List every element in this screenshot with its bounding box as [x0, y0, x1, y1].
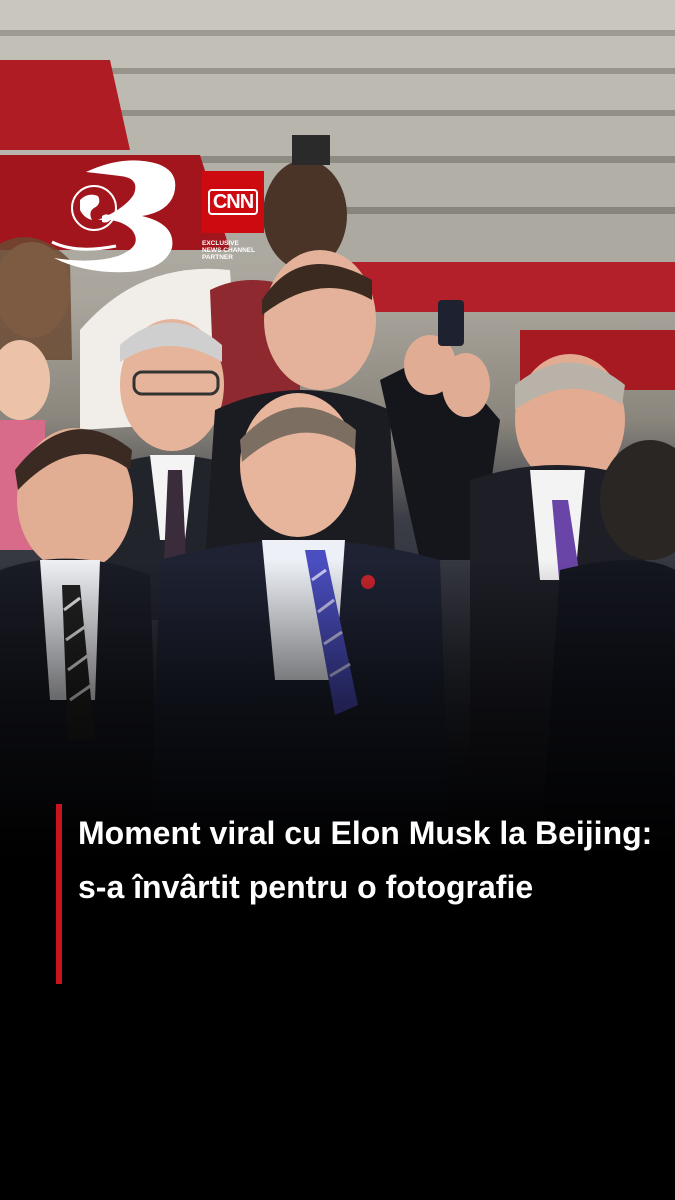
cnn-badge-label: CNN	[207, 189, 259, 215]
channel-3-globe-logo-icon	[51, 160, 176, 273]
video-still	[0, 0, 675, 860]
headline-accent-bar	[56, 804, 62, 984]
headline: Moment viral cu Elon Musk la Beijing: s-…	[78, 815, 653, 905]
video-frame[interactable]: CNN EXCLUSIVE NEWS CHANNEL PARTNER Momen…	[0, 0, 675, 1200]
partner-tagline: EXCLUSIVE NEWS CHANNEL PARTNER	[202, 240, 256, 261]
cnn-partner-badge: CNN	[202, 171, 264, 233]
